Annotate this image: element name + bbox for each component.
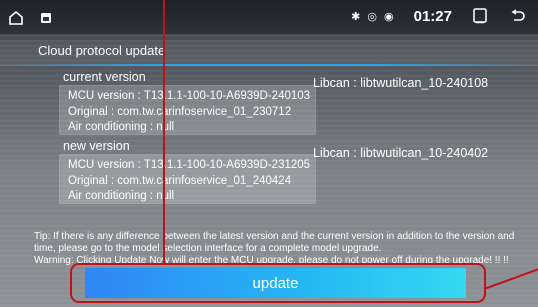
recent-apps-icon[interactable] bbox=[470, 6, 490, 26]
new-air-conditioning: Air conditioning : null bbox=[68, 190, 175, 202]
status-bar: ✱ ◎ ◉ 01:27 bbox=[0, 0, 538, 34]
clock-time: 01:27 bbox=[413, 7, 452, 25]
current-version-box: MCU version : T13.1.1-100-10-A6939D-2401… bbox=[59, 85, 316, 135]
current-mcu-version: MCU version : T13.1.1-100-10-A6939D-2401… bbox=[68, 90, 311, 102]
page-title: Cloud protocol update bbox=[38, 43, 166, 58]
current-original: Original : com.tw.carinfoservice_01_2307… bbox=[68, 105, 292, 118]
title-divider bbox=[0, 64, 538, 66]
current-libcan: Libcan : libtwutilcan_10-240108 bbox=[313, 76, 489, 90]
gallery-icon[interactable] bbox=[36, 8, 56, 28]
current-air-conditioning: Air conditioning : null bbox=[68, 121, 175, 133]
current-version-label: current version bbox=[63, 70, 146, 84]
home-icon[interactable] bbox=[6, 8, 26, 28]
new-libcan: Libcan : libtwutilcan_10-240402 bbox=[313, 146, 489, 160]
update-button[interactable]: update bbox=[85, 268, 466, 298]
back-icon[interactable] bbox=[508, 6, 528, 26]
new-version-box: MCU version : T13.1.1-100-10-A6939D-2312… bbox=[59, 154, 316, 204]
new-mcu-version: MCU version : T13.1.1-100-10-A6939D-2312… bbox=[68, 159, 311, 171]
new-original: Original : com.tw.carinfoservice_01_2404… bbox=[68, 174, 292, 187]
new-version-label: new version bbox=[63, 139, 130, 153]
annotation-line bbox=[163, 0, 165, 264]
tip-line: Tip: If there is any difference between … bbox=[34, 231, 515, 242]
tip-line: time, please go to the model selection i… bbox=[34, 243, 382, 255]
status-indicators-icon: ✱ ◎ ◉ bbox=[351, 10, 396, 23]
